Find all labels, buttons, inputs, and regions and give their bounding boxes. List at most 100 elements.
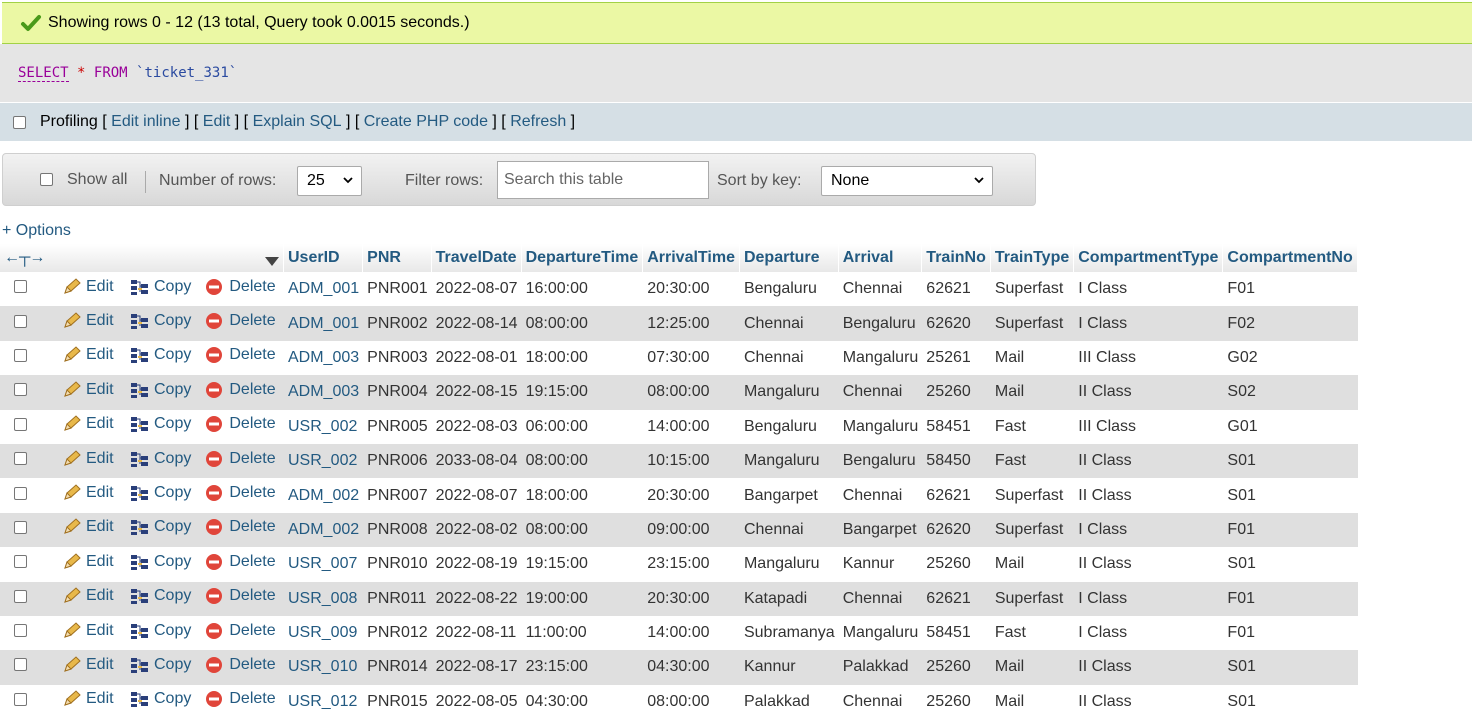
copy-row-link[interactable]: Copy <box>130 656 191 674</box>
copy-row-link[interactable]: Copy <box>130 381 191 399</box>
copy-row-link[interactable]: Copy <box>130 278 191 296</box>
sort-triangle-icon[interactable] <box>265 257 279 267</box>
column-header-traveldate[interactable]: TravelDate <box>431 244 522 272</box>
filter-rows-input[interactable]: Search this table <box>497 161 709 199</box>
refresh-link[interactable]: Refresh <box>510 113 566 131</box>
copy-row-link[interactable]: Copy <box>130 484 191 502</box>
copy-row-link[interactable]: Copy <box>130 312 191 330</box>
column-header-departuretime[interactable]: DepartureTime <box>521 244 644 272</box>
edit-row-link[interactable]: Edit <box>62 278 114 296</box>
cell-userid[interactable]: ADM_003 <box>284 340 364 376</box>
copy-row-link[interactable]: Copy <box>130 553 191 571</box>
column-header-trainno[interactable]: TrainNo <box>922 244 991 272</box>
row-checkbox[interactable] <box>14 314 27 328</box>
row-checkbox[interactable] <box>14 452 27 466</box>
cell-userid[interactable]: ADM_002 <box>284 512 364 548</box>
edit-query-link[interactable]: Edit <box>203 113 231 131</box>
filter-rows-label: Filter rows: <box>405 172 484 189</box>
delete-row-link[interactable]: Delete <box>205 484 276 502</box>
cell-userid[interactable]: ADM_001 <box>284 306 364 341</box>
copy-row-link[interactable]: Copy <box>130 622 191 640</box>
copy-delete-cell: Copy Delete <box>126 340 284 376</box>
sort-by-key-value: None <box>831 172 870 189</box>
cell-userid[interactable]: ADM_002 <box>284 478 364 513</box>
rows-count-select[interactable]: 25 <box>297 166 362 196</box>
delete-row-link[interactable]: Delete <box>205 518 276 536</box>
column-header-compartmenttype[interactable]: CompartmentType <box>1074 244 1224 272</box>
sort-by-key-select[interactable]: None <box>821 166 993 196</box>
delete-row-link[interactable]: Delete <box>205 622 276 640</box>
cell-userid[interactable]: USR_002 <box>284 443 364 479</box>
column-header-arrival[interactable]: Arrival <box>838 244 923 272</box>
row-checkbox[interactable] <box>14 624 27 638</box>
column-header-arrivaltime[interactable]: ArrivalTime <box>643 244 740 272</box>
cell-userid[interactable]: USR_007 <box>284 547 364 582</box>
delete-row-link[interactable]: Delete <box>205 656 276 674</box>
edit-row-link[interactable]: Edit <box>62 587 114 605</box>
edit-row-link[interactable]: Edit <box>62 381 114 399</box>
copy-row-link[interactable]: Copy <box>130 346 191 364</box>
profiling-checkbox[interactable] <box>13 115 26 129</box>
row-checkbox[interactable] <box>14 417 27 431</box>
edit-row-link[interactable]: Edit <box>62 690 114 708</box>
cell-userid[interactable]: USR_010 <box>284 650 364 685</box>
cell-userid[interactable]: USR_009 <box>284 615 364 651</box>
edit-inline-link[interactable]: Edit inline <box>111 113 180 131</box>
row-checkbox[interactable] <box>14 520 27 534</box>
options-link[interactable]: + Options <box>2 222 71 240</box>
copy-row-link[interactable]: Copy <box>130 518 191 536</box>
cell-compartmenttype: II Class <box>1074 684 1224 719</box>
copy-row-link[interactable]: Copy <box>130 415 191 433</box>
delete-row-link[interactable]: Delete <box>205 381 276 399</box>
edit-row-link[interactable]: Edit <box>62 346 114 364</box>
copy-row-link[interactable]: Copy <box>130 587 191 605</box>
edit-row-link[interactable]: Edit <box>62 656 114 674</box>
copy-icon <box>131 279 148 295</box>
cell-userid[interactable]: USR_012 <box>284 684 364 719</box>
row-checkbox[interactable] <box>14 555 27 569</box>
copy-icon <box>131 657 148 673</box>
pencil-icon <box>64 587 81 603</box>
cell-userid[interactable]: USR_002 <box>284 409 364 444</box>
column-header-pnr[interactable]: PNR <box>363 244 432 272</box>
edit-row-link[interactable]: Edit <box>62 553 114 571</box>
row-checkbox[interactable] <box>14 486 27 500</box>
delete-row-link[interactable]: Delete <box>205 587 276 605</box>
cell-userid[interactable]: USR_008 <box>284 581 364 616</box>
delete-row-link[interactable]: Delete <box>205 553 276 571</box>
column-header-compartmentno[interactable]: CompartmentNo <box>1223 244 1358 272</box>
delete-row-link[interactable]: Delete <box>205 450 276 468</box>
cell-userid[interactable]: ADM_003 <box>284 375 364 410</box>
row-checkbox[interactable] <box>14 280 27 294</box>
column-header-userid[interactable]: UserID <box>284 244 364 272</box>
edit-row-link[interactable]: Edit <box>62 312 114 330</box>
column-header-departure[interactable]: Departure <box>739 244 839 272</box>
copy-row-link[interactable]: Copy <box>130 450 191 468</box>
delete-row-link[interactable]: Delete <box>205 415 276 433</box>
cell-userid[interactable]: ADM_001 <box>284 272 364 307</box>
row-checkbox[interactable] <box>14 658 27 672</box>
column-header-traintype[interactable]: TrainType <box>990 244 1075 272</box>
edit-row-link[interactable]: Edit <box>62 622 114 640</box>
show-all-checkbox[interactable] <box>40 173 53 186</box>
explain-sql-link[interactable]: Explain SQL <box>253 113 342 131</box>
edit-row-link[interactable]: Edit <box>62 415 114 433</box>
row-checkbox[interactable] <box>14 383 27 397</box>
row-checkbox[interactable] <box>14 589 27 603</box>
delete-row-link[interactable]: Delete <box>205 690 276 708</box>
row-checkbox[interactable] <box>14 348 27 362</box>
cell-departure: Subramanya <box>739 615 839 651</box>
edit-row-link[interactable]: Edit <box>62 518 114 536</box>
delete-row-link[interactable]: Delete <box>205 312 276 330</box>
create-php-code-link[interactable]: Create PHP code <box>364 113 488 131</box>
row-checkbox[interactable] <box>14 692 27 706</box>
table-row: Edit Copy Delete ADM_003 PNR003 2022-08-01 18:… <box>0 340 1358 376</box>
edit-row-link[interactable]: Edit <box>62 484 114 502</box>
delete-row-link[interactable]: Delete <box>205 278 276 296</box>
edit-row-link[interactable]: Edit <box>62 450 114 468</box>
copy-row-link[interactable]: Copy <box>130 690 191 708</box>
delete-row-link[interactable]: Delete <box>205 346 276 364</box>
column-resize-arrows-icon[interactable]: ←┬→ <box>4 249 45 266</box>
sql-select-keyword[interactable]: SELECT <box>18 65 69 82</box>
sql-query[interactable]: SELECT * FROM `ticket_331` <box>18 65 237 82</box>
